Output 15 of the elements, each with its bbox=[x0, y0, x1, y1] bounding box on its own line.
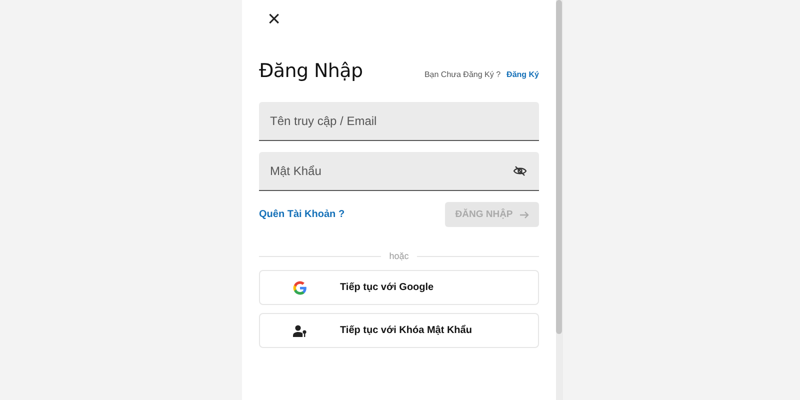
passkey-sign-in-button[interactable]: Tiếp tục với Khóa Mật Khẩu bbox=[259, 313, 539, 348]
arrow-right-icon bbox=[520, 210, 529, 218]
google-icon bbox=[293, 280, 307, 294]
google-sign-in-button[interactable]: Tiếp tục với Google bbox=[259, 270, 539, 305]
password-field[interactable]: Mật Khẩu bbox=[259, 152, 539, 191]
person-key-icon bbox=[293, 324, 307, 336]
signup-link[interactable]: Đăng Ký bbox=[506, 70, 539, 79]
forgot-account-link[interactable]: Quên Tài Khoản ? bbox=[259, 209, 345, 220]
separator-text: hoặc bbox=[389, 251, 409, 261]
eye-slash-icon[interactable] bbox=[513, 166, 527, 176]
username-field[interactable]: Tên truy cập / Email bbox=[259, 102, 539, 141]
dialog-title: Đăng Nhập bbox=[259, 60, 363, 82]
signup-prompt: Bạn Chưa Đăng Ký ? bbox=[424, 70, 501, 79]
close-button[interactable]: × bbox=[266, 8, 282, 30]
scrollbar-thumb[interactable] bbox=[556, 0, 562, 334]
